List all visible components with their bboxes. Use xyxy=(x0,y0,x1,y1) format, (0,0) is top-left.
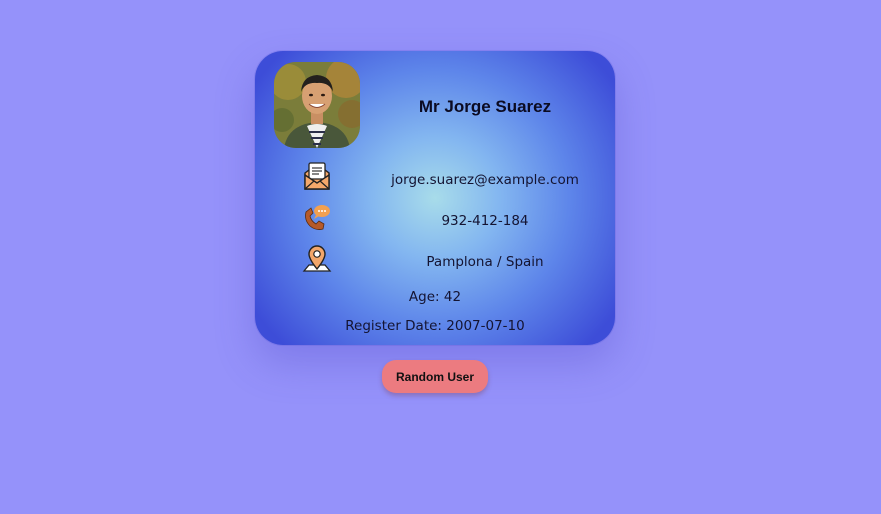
avatar xyxy=(274,62,360,148)
location-text: Pamplona / Spain xyxy=(426,254,544,270)
page: Mr Jorge Suarez jorge.suarez@example.com xyxy=(0,0,881,514)
avatar-photo xyxy=(274,62,360,148)
phone-text: 932-412-184 xyxy=(441,213,529,229)
age-text: Age: 42 xyxy=(408,289,462,305)
map-pin-icon xyxy=(301,243,333,275)
random-user-button[interactable]: Random User xyxy=(382,360,488,393)
phone-chat-icon xyxy=(301,202,333,234)
user-name: Mr Jorge Suarez xyxy=(418,97,552,116)
envelope-letter-icon xyxy=(301,160,333,192)
email-text: jorge.suarez@example.com xyxy=(391,172,579,188)
user-card: Mr Jorge Suarez jorge.suarez@example.com xyxy=(255,51,615,345)
register-date-text: Register Date: 2007-07-10 xyxy=(345,318,525,334)
